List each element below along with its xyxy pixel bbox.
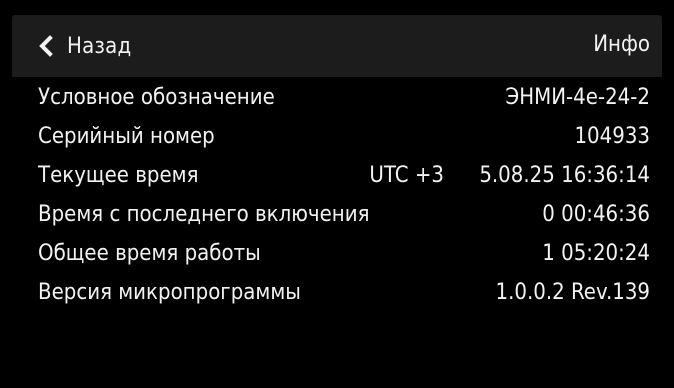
row-label: Общее время работы	[38, 241, 261, 266]
back-label: Назад	[67, 33, 132, 59]
row-label: Текущее время	[38, 163, 199, 188]
info-list: Условное обозначение ЭНМИ-4е-24-2 Серийн…	[12, 77, 662, 379]
row-value: 104933	[574, 124, 650, 149]
row-value: 1 05:20:24	[542, 241, 650, 266]
row-current-time: Текущее время UTC +3 5.08.25 16:36:14	[38, 161, 650, 191]
info-screen: Назад Инфо Условное обозначение ЭНМИ-4е-…	[12, 15, 662, 379]
header-bar: Назад Инфо	[12, 15, 662, 77]
timezone-value: UTC +3	[369, 163, 444, 188]
row-label: Время с последнего включения	[38, 202, 370, 227]
row-total-runtime: Общее время работы 1 05:20:24	[38, 239, 650, 269]
row-uptime: Время с последнего включения 0 00:46:36	[38, 200, 650, 230]
row-value: 5.08.25 16:36:14	[479, 163, 650, 188]
chevron-left-icon	[38, 35, 54, 57]
page-title: Инфо	[593, 32, 650, 57]
row-label: Серийный номер	[38, 124, 215, 149]
row-serial-number: Серийный номер 104933	[38, 122, 650, 152]
row-label: Условное обозначение	[38, 85, 275, 110]
row-value: 0 00:46:36	[542, 202, 650, 227]
row-value: 1.0.0.2 Rev.139	[495, 280, 651, 305]
row-value: ЭНМИ-4е-24-2	[505, 85, 650, 110]
row-label: Версия микропрограммы	[38, 280, 301, 305]
row-designation: Условное обозначение ЭНМИ-4е-24-2	[38, 83, 650, 113]
back-button[interactable]: Назад	[38, 32, 131, 60]
row-firmware-version: Версия микропрограммы 1.0.0.2 Rev.139	[38, 278, 650, 308]
